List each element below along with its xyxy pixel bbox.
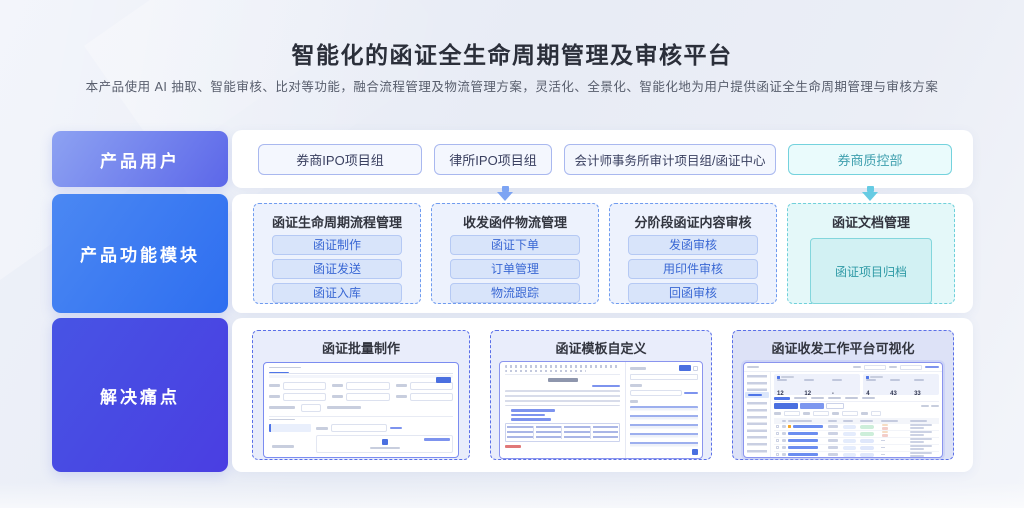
upload-icon — [381, 438, 388, 445]
table-row — [774, 445, 939, 452]
module-chip: 函证下单 — [450, 235, 580, 255]
module-chip: 函证制作 — [272, 235, 402, 255]
module-group-title: 收发函件物流管理 — [462, 215, 567, 230]
pain-card-template-custom: 函证模板自定义 — [490, 330, 712, 460]
pain-card-title: 函证批量制作 — [321, 341, 400, 356]
module-group-review: 分阶段函证内容审核 发函审核 用印件审核 回函审核 — [609, 203, 777, 304]
painpoints-panel: 函证批量制作 函证模板自定义 函证收发工作平台可视化 12 12 - 4 43 … — [232, 318, 973, 472]
thumb-filters — [774, 410, 939, 417]
thumb-sidebar — [744, 372, 771, 457]
thumb-field-list — [630, 406, 698, 447]
module-chip: 用印件审核 — [628, 259, 758, 279]
thumb-doc-table — [505, 422, 621, 442]
module-group-archive: 函证文档管理 函证项目归档 — [787, 203, 955, 304]
table-row — [774, 430, 939, 438]
down-arrow-blue-icon — [497, 186, 513, 201]
pain-card-title: 函证模板自定义 — [555, 341, 647, 356]
pain-card-dashboard: 函证收发工作平台可视化 12 12 - 4 43 33 — [732, 330, 954, 460]
thumb-upload-box — [316, 435, 453, 453]
thumb-field-row — [269, 403, 453, 412]
page-subtitle: 本产品使用 AI 抽取、智能审核、比对等功能，融合流程管理及物流管理方案，灵活化… — [85, 80, 939, 94]
row-label-users: 产品用户 — [52, 131, 228, 187]
thumb-toolbar — [269, 375, 453, 384]
users-panel: 券商IPO项目组 律所IPO项目组 会计师事务所审计项目组/函证中心 券商质控部 — [232, 130, 973, 188]
thumb-tabs — [774, 395, 939, 402]
table-row — [774, 438, 939, 445]
thumb-action-buttons — [774, 402, 939, 410]
thumb-field-row — [269, 392, 453, 401]
pain-card-title: 函证收发工作平台可视化 — [771, 341, 915, 356]
module-group-title: 分阶段函证内容审核 — [634, 215, 752, 230]
user-chip-broker-qc: 券商质控部 — [788, 143, 952, 175]
user-chip-broker-ipo: 券商IPO项目组 — [258, 143, 422, 175]
user-chip-lawfirm-ipo: 律所IPO项目组 — [434, 143, 552, 175]
down-arrow-teal-icon — [862, 186, 878, 201]
module-group-title: 函证文档管理 — [831, 215, 910, 230]
module-chip: 订单管理 — [450, 259, 580, 279]
modules-panel: 函证生命周期流程管理 函证制作 函证发送 函证入库 收发函件物流管理 函证下单 … — [232, 194, 973, 313]
page-title: 智能化的函证全生命周期管理及审核平台 — [291, 42, 733, 68]
thumb-stat-cards: 12 12 - 4 43 33 — [774, 374, 939, 397]
thumb-topbar — [744, 363, 942, 372]
module-chip: 函证入库 — [272, 283, 402, 303]
row-label-painpoints: 解决痛点 — [52, 318, 228, 472]
thumb-table — [774, 418, 939, 457]
module-group-logistics: 收发函件物流管理 函证下单 订单管理 物流跟踪 — [431, 203, 599, 304]
pain-card-batch-creation: 函证批量制作 — [252, 330, 470, 460]
user-chip-accounting-audit: 会计师事务所审计项目组/函证中心 — [564, 143, 776, 175]
module-chip: 回函审核 — [628, 283, 758, 303]
thumb-upload-section — [269, 424, 453, 453]
module-chip: 物流跟踪 — [450, 283, 580, 303]
module-group-lifecycle: 函证生命周期流程管理 函证制作 函证发送 函证入库 — [253, 203, 421, 304]
template-editor-thumbnail — [499, 361, 703, 459]
module-chip: 发函审核 — [628, 235, 758, 255]
row-label-modules: 产品功能模块 — [52, 194, 228, 313]
thumb-field-row — [269, 381, 453, 390]
archive-box: 函证项目归档 — [810, 238, 932, 304]
table-row — [774, 423, 939, 431]
batch-form-thumbnail — [263, 362, 459, 458]
module-group-title: 函证生命周期流程管理 — [271, 215, 402, 230]
thumb-properties-pane — [625, 362, 702, 458]
dashboard-thumbnail: 12 12 - 4 43 33 — [743, 362, 943, 458]
table-row — [774, 452, 939, 457]
thumb-document-pane — [500, 362, 625, 458]
module-chip: 函证发送 — [272, 259, 402, 279]
